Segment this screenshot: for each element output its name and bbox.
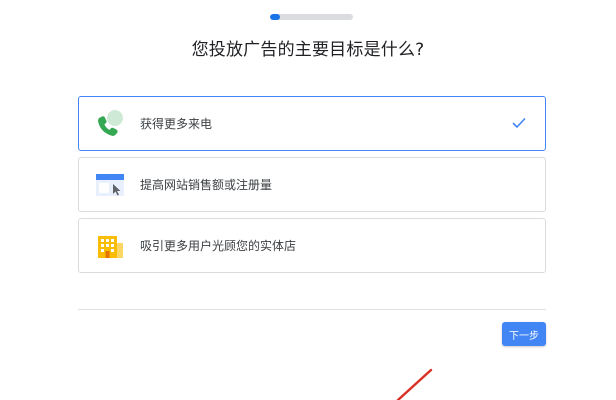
goal-option-calls[interactable]: 获得更多来电 bbox=[78, 96, 546, 151]
phone-call-icon bbox=[93, 107, 127, 141]
checkmark-icon bbox=[511, 115, 527, 131]
storefront-building-icon bbox=[93, 229, 127, 263]
goal-option-label: 吸引更多用户光顾您的实体店 bbox=[140, 239, 297, 253]
progress-bar bbox=[270, 14, 353, 20]
next-button[interactable]: 下一步 bbox=[502, 322, 546, 346]
annotation-stroke bbox=[396, 368, 433, 400]
divider bbox=[78, 309, 546, 310]
progress-fill bbox=[270, 14, 280, 20]
goal-option-list: 获得更多来电 提高网站销售额或注册量 吸引更多用户光顾您的实体店 bbox=[78, 96, 546, 279]
website-click-icon bbox=[93, 168, 127, 202]
goal-option-label: 获得更多来电 bbox=[140, 117, 213, 131]
goal-option-website-sales[interactable]: 提高网站销售额或注册量 bbox=[78, 157, 546, 212]
goal-option-label: 提高网站销售额或注册量 bbox=[140, 178, 273, 192]
goal-option-store-visits[interactable]: 吸引更多用户光顾您的实体店 bbox=[78, 218, 546, 273]
page-title: 您投放广告的主要目标是什么? bbox=[191, 40, 425, 60]
